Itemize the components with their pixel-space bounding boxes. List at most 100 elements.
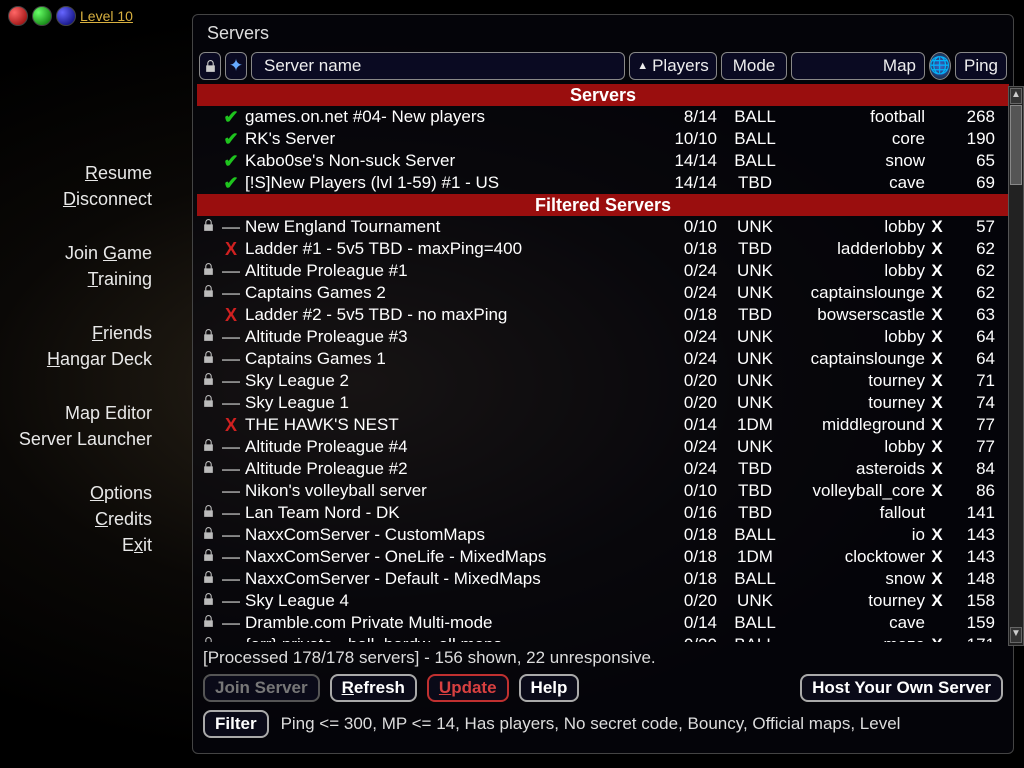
refresh-button[interactable]: Refresh: [330, 674, 417, 702]
menu-join-game[interactable]: Join Game: [0, 240, 152, 266]
status-dash-icon: —: [219, 459, 243, 480]
status-x-icon: X: [219, 239, 243, 260]
server-row[interactable]: —NaxxComServer - Default - MixedMaps0/18…: [197, 568, 1009, 590]
server-map: tourney: [785, 393, 929, 413]
server-x: X: [929, 525, 945, 545]
filter-button[interactable]: Filter: [203, 710, 269, 738]
server-map: captainslounge: [785, 349, 929, 369]
server-x: X: [929, 481, 945, 501]
header-map[interactable]: Map: [791, 52, 925, 80]
server-mode: 1DM: [725, 547, 785, 567]
header-mode[interactable]: Mode: [721, 52, 787, 80]
server-mode: BALL: [725, 129, 785, 149]
server-map: tourney: [785, 591, 929, 611]
menu-options[interactable]: Options: [0, 480, 152, 506]
help-button[interactable]: Help: [519, 674, 580, 702]
header-globe-icon[interactable]: 🌐: [929, 52, 951, 80]
server-row[interactable]: ✔Kabo0se's Non-suck Server14/14BALLsnow6…: [197, 150, 1009, 172]
server-players: 0/18: [647, 525, 725, 545]
server-row[interactable]: —Altitude Proleague #20/24TBDasteroidsX8…: [197, 458, 1009, 480]
server-map: middleground: [785, 415, 929, 435]
server-mode: TBD: [725, 305, 785, 325]
server-row[interactable]: XLadder #2 - 5v5 TBD - no maxPing0/18TBD…: [197, 304, 1009, 326]
server-x: X: [929, 349, 945, 369]
status-ok-icon: ✔: [219, 129, 243, 150]
server-x: X: [929, 371, 945, 391]
server-players: 0/20: [647, 591, 725, 611]
server-mode: UNK: [725, 217, 785, 237]
lock-icon: [197, 263, 219, 279]
server-row[interactable]: —NaxxComServer - OneLife - MixedMaps0/18…: [197, 546, 1009, 568]
server-row[interactable]: —Sky League 20/20UNKtourneyX71: [197, 370, 1009, 392]
server-row[interactable]: XTHE HAWK'S NEST0/141DMmiddlegroundX77: [197, 414, 1009, 436]
menu-server-launcher[interactable]: Server Launcher: [0, 426, 152, 452]
server-row[interactable]: —Dramble.com Private Multi-mode0/14BALLc…: [197, 612, 1009, 634]
server-ping: 64: [945, 327, 1009, 347]
menu-friends[interactable]: Friends: [0, 320, 152, 346]
server-x: X: [929, 459, 945, 479]
status-x-icon: X: [219, 305, 243, 326]
server-mode: TBD: [725, 459, 785, 479]
scroll-down-icon[interactable]: ▼: [1010, 627, 1022, 643]
column-headers: ✦ Server name ▲Players Mode Map 🌐 Ping: [197, 50, 1009, 82]
server-row[interactable]: —Altitude Proleague #30/24UNKlobbyX64: [197, 326, 1009, 348]
server-players: 0/10: [647, 217, 725, 237]
server-x: X: [929, 217, 945, 237]
header-friend-icon[interactable]: ✦: [225, 52, 247, 80]
server-row[interactable]: —Sky League 10/20UNKtourneyX74: [197, 392, 1009, 414]
menu-hangar-deck[interactable]: Hangar Deck: [0, 346, 152, 372]
server-row[interactable]: ✔games.on.net #04- New players8/14BALLfo…: [197, 106, 1009, 128]
host-server-button[interactable]: Host Your Own Server: [800, 674, 1003, 702]
menu-exit[interactable]: Exit: [0, 532, 152, 558]
join-server-button[interactable]: Join Server: [203, 674, 320, 702]
server-row[interactable]: —New England Tournament0/10UNKlobbyX57: [197, 216, 1009, 238]
server-row[interactable]: —Altitude Proleague #10/24UNKlobbyX62: [197, 260, 1009, 282]
server-mode: TBD: [725, 503, 785, 523]
update-button[interactable]: Update: [427, 674, 509, 702]
scrollbar[interactable]: ▲ ▼: [1008, 86, 1024, 646]
server-mode: UNK: [725, 371, 785, 391]
server-ping: 62: [945, 261, 1009, 281]
menu-disconnect[interactable]: Disconnect: [0, 186, 152, 212]
scroll-up-icon[interactable]: ▲: [1010, 88, 1022, 104]
server-row[interactable]: ✔RK's Server10/10BALLcore190: [197, 128, 1009, 150]
server-x: X: [929, 415, 945, 435]
orb-icon: [32, 6, 52, 26]
menu-resume[interactable]: Resume: [0, 160, 152, 186]
status-text: [Processed 178/178 servers] - 156 shown,…: [197, 642, 1009, 672]
server-row[interactable]: —Sky League 40/20UNKtourneyX158: [197, 590, 1009, 612]
server-ping: 63: [945, 305, 1009, 325]
server-map: snow: [785, 569, 929, 589]
filter-description: Ping <= 300, MP <= 14, Has players, No s…: [281, 714, 901, 734]
header-server-name[interactable]: Server name: [251, 52, 625, 80]
server-row[interactable]: —Captains Games 10/24UNKcaptainsloungeX6…: [197, 348, 1009, 370]
lock-icon: [197, 505, 219, 521]
menu-map-editor[interactable]: Map Editor: [0, 400, 152, 426]
server-row[interactable]: —Nikon's volleyball server0/10TBDvolleyb…: [197, 480, 1009, 502]
server-row[interactable]: ✔[!S]New Players (lvl 1-59) #1 - US14/14…: [197, 172, 1009, 194]
lock-icon: [197, 439, 219, 455]
menu-training[interactable]: Training: [0, 266, 152, 292]
server-ping: 84: [945, 459, 1009, 479]
server-name: Sky League 1: [243, 393, 647, 413]
server-x: X: [929, 547, 945, 567]
menu-credits[interactable]: Credits: [0, 506, 152, 532]
scroll-thumb[interactable]: [1010, 105, 1022, 185]
status-dash-icon: —: [219, 591, 243, 612]
header-ping[interactable]: Ping: [955, 52, 1007, 80]
server-x: X: [929, 239, 945, 259]
server-row[interactable]: XLadder #1 - 5v5 TBD - maxPing=4000/18TB…: [197, 238, 1009, 260]
header-players[interactable]: ▲Players: [629, 52, 717, 80]
server-row[interactable]: —Captains Games 20/24UNKcaptainsloungeX6…: [197, 282, 1009, 304]
server-mode: BALL: [725, 151, 785, 171]
status-dash-icon: —: [219, 635, 243, 643]
server-x: X: [929, 393, 945, 413]
server-map: lobby: [785, 437, 929, 457]
server-row[interactable]: —Lan Team Nord - DK0/16TBDfallout141: [197, 502, 1009, 524]
server-row[interactable]: —Altitude Proleague #40/24UNKlobbyX77: [197, 436, 1009, 458]
server-ping: 77: [945, 415, 1009, 435]
server-row[interactable]: —NaxxComServer - CustomMaps0/18BALLioX14…: [197, 524, 1009, 546]
server-row[interactable]: —{arr} private - ball, hardw, all maps0/…: [197, 634, 1009, 642]
header-lock-icon[interactable]: [199, 52, 221, 80]
level-badge: Level 10: [8, 6, 133, 26]
